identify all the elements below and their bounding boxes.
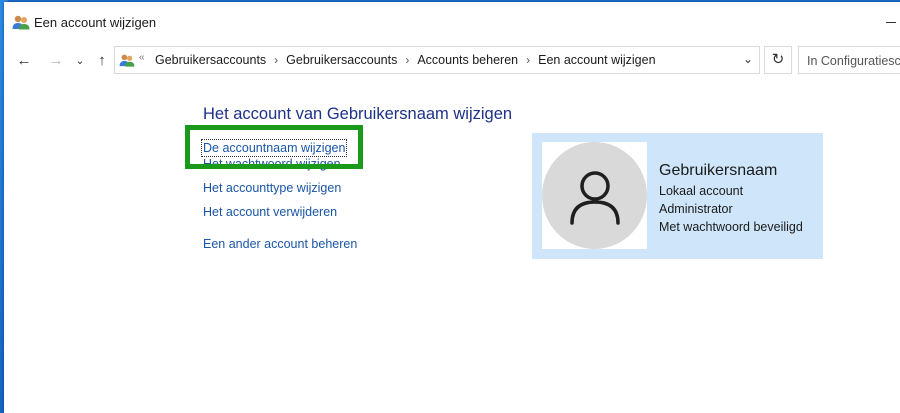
account-name: Gebruikersnaam [659,162,778,179]
control-panel-window: Een account wijzigen ← → ⌄ ↑ « Gebruiker… [4,2,900,413]
chevron-right-icon[interactable]: › [526,53,530,67]
main-content: Het account van Gebruikersnaam wijzigen … [4,80,900,413]
link-change-account-type[interactable]: Het accounttype wijzigen [203,181,341,195]
search-input[interactable] [805,48,900,73]
account-type-label: Lokaal account [659,184,744,198]
link-rename-account[interactable]: De accountnaam wijzigen [200,139,348,157]
account-protection-label: Met wachtwoord beveiligd [659,220,803,234]
chevron-right-icon[interactable]: › [274,53,278,67]
user-icon [570,171,620,225]
link-delete-account[interactable]: Het account verwijderen [203,205,337,219]
window-title: Een account wijzigen [34,15,157,30]
breadcrumb-overflow-icon[interactable]: « [139,52,145,63]
users-icon [119,54,135,67]
navigation-bar: ← → ⌄ ↑ « Gebruikersaccounts › Gebruikersa… [4,42,900,80]
account-card: Gebruikersnaam Lokaal account Administra… [532,133,823,259]
account-role-label: Administrator [659,202,733,216]
breadcrumb-item[interactable]: Gebruikersaccounts [286,53,397,67]
chevron-down-icon[interactable]: ⌄ [743,52,753,66]
minimize-button[interactable] [886,22,896,23]
title-bar: Een account wijzigen [4,2,900,42]
breadcrumb-item[interactable]: Accounts beheren [417,53,518,67]
chevron-right-icon[interactable]: › [405,53,409,67]
forward-arrow-icon[interactable]: → [46,51,66,71]
link-manage-other-account[interactable]: Een ander account beheren [203,237,357,251]
page-title: Het account van Gebruikersnaam wijzigen [203,105,513,123]
breadcrumb: Gebruikersaccounts › Gebruikersaccounts › Ac… [155,53,656,67]
recent-locations-chevron-icon[interactable]: ⌄ [70,51,90,71]
breadcrumb-item[interactable]: Een account wijzigen [538,53,655,67]
breadcrumb-item[interactable]: Gebruikersaccounts [155,53,266,67]
up-arrow-icon[interactable]: ↑ [92,51,112,71]
users-icon [12,15,30,30]
search-box[interactable] [798,46,900,74]
back-arrow-icon[interactable]: ← [14,51,34,71]
refresh-button[interactable]: ↻ [764,46,792,74]
address-bar[interactable]: « Gebruikersaccounts › Gebruikersaccounts ›… [114,46,760,74]
avatar [542,142,647,249]
